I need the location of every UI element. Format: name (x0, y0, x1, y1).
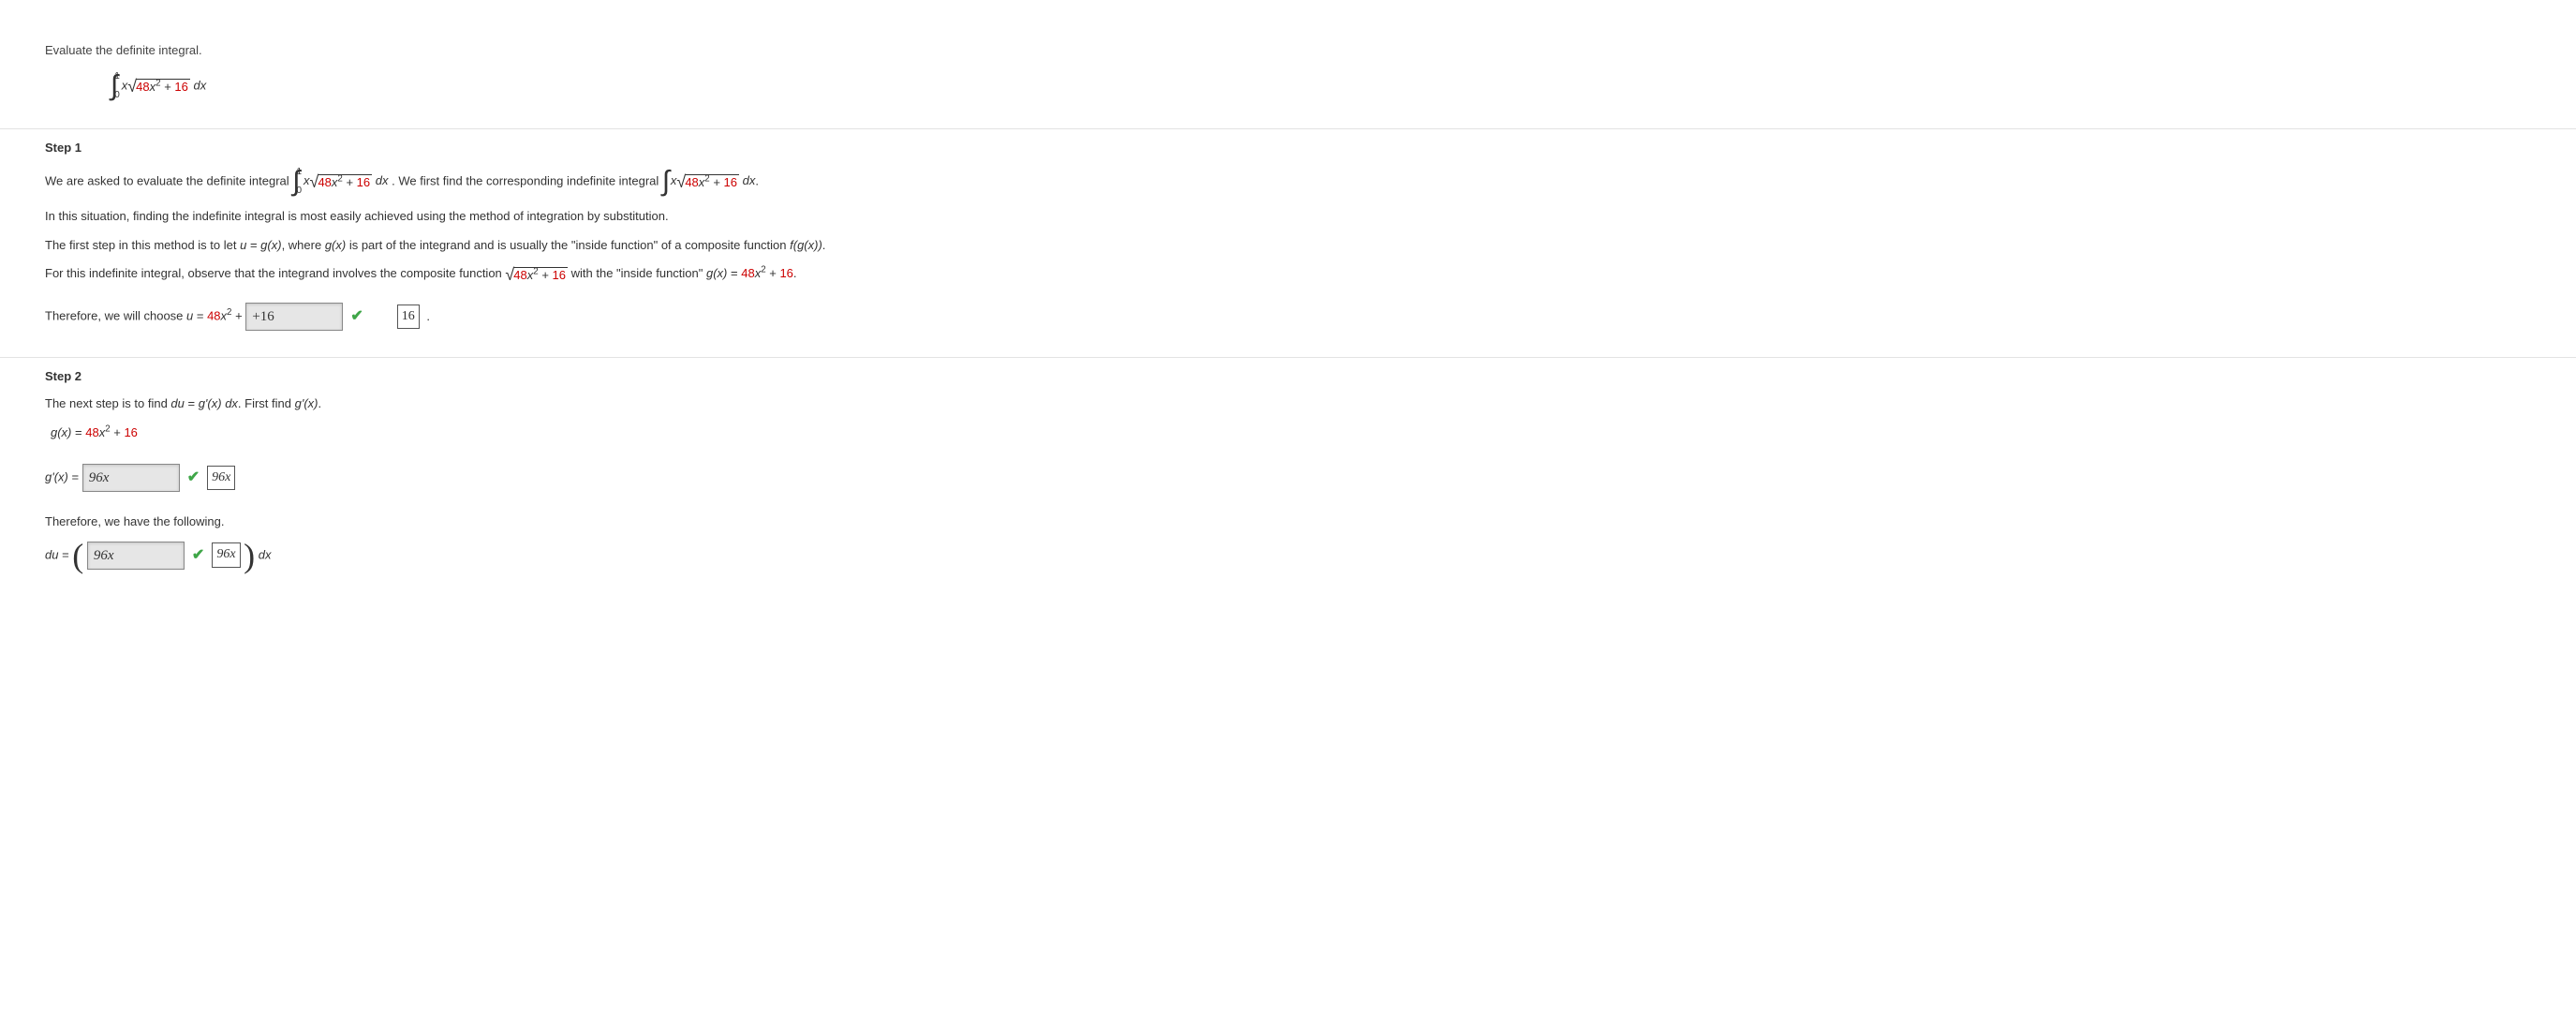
step1-line4b: with the "inside function" (571, 266, 706, 280)
radicand-const: 16 (724, 175, 737, 189)
step1-title: Step 1 (45, 141, 2531, 155)
du: du (170, 396, 184, 410)
step1-line5: Therefore, we will choose u = 48x2 + +16… (45, 303, 2531, 331)
step1-line1: We are asked to evaluate the definite in… (45, 166, 2531, 198)
coef: 48 (207, 309, 220, 323)
check-icon: ✔ (187, 466, 200, 490)
answer3-input[interactable]: 96x (87, 542, 185, 570)
step1-line3: The first step in this method is to let … (45, 236, 2531, 256)
radicand-const: 16 (357, 175, 370, 189)
answer1-correct: 16 (397, 305, 420, 329)
check-icon: ✔ (350, 305, 363, 329)
step2-section: Step 2 The next step is to find du = g'(… (0, 358, 2576, 595)
integral-sign-icon: ∫ (292, 168, 300, 196)
g-func: g (325, 238, 332, 252)
step2-gx: g(x) = 48x2 + 16 (51, 423, 2531, 443)
paren-open-icon: ( (72, 537, 83, 574)
step2-gprime: g'(x) = 96x ✔ 96x (45, 464, 2531, 492)
fg-paren: (g(x)) (793, 238, 822, 252)
step2-title: Step 2 (45, 369, 2531, 383)
period: . (793, 266, 797, 280)
answer2-correct: 96x (207, 466, 235, 490)
du-label: du (45, 547, 58, 561)
plus: + (766, 266, 780, 280)
g-paren: (x) (267, 238, 281, 252)
radicand-coef: 48 (136, 80, 149, 94)
period: . (822, 238, 826, 252)
answer3-correct: 96x (212, 542, 240, 567)
step2-therefore: Therefore, we have the following. (45, 512, 2531, 532)
dx: dx (739, 173, 755, 187)
dx: dx (259, 547, 272, 561)
plus: + (111, 425, 125, 439)
prompt-integral: ∫ 1 0 x √ 48x2 + 16 dx (111, 70, 2531, 102)
radicand-const: 16 (553, 268, 566, 282)
step1-line4a: For this indefinite integral, observe th… (45, 266, 505, 280)
eq: = (246, 238, 260, 252)
const: 16 (779, 266, 792, 280)
step1-line5a: Therefore, we will choose (45, 309, 186, 323)
step1-line1b: . We first find the corresponding indefi… (392, 173, 662, 187)
eq: = (193, 309, 207, 323)
gx-label: g(x) (51, 425, 71, 439)
gprime: g'(x) (199, 396, 222, 410)
step1-line4: For this indefinite integral, observe th… (45, 264, 2531, 284)
step1-line3c: is part of the integrand and is usually … (346, 238, 790, 252)
integral-sign-icon: ∫ (111, 72, 118, 100)
gx: g(x) (706, 266, 727, 280)
dx: dx (190, 78, 206, 92)
paren-close-icon: ) (244, 537, 255, 574)
check-icon: ✔ (192, 543, 204, 568)
radicand-plus: + (343, 175, 357, 189)
step1-section: Step 1 We are asked to evaluate the defi… (0, 129, 2576, 358)
radicand-coef: 48 (685, 175, 698, 189)
step2-du-line: du = ( 96x ✔ 96x ) dx (45, 542, 2531, 570)
answer2-input[interactable]: 96x (82, 464, 180, 492)
coef: 48 (741, 266, 754, 280)
integral-sign-icon: ∫ (662, 168, 670, 196)
eq: = (68, 469, 82, 483)
period: . (318, 396, 321, 410)
eq: = (58, 547, 72, 561)
radicand-const: 16 (174, 80, 187, 94)
step1-line3b: , where (282, 238, 325, 252)
step2-line1a: The next step is to find (45, 396, 170, 410)
gprime: g'(x) (295, 396, 318, 410)
plus: + (231, 309, 245, 323)
coef: 48 (85, 425, 98, 439)
step2-line1: The next step is to find du = g'(x) dx. … (45, 394, 2531, 414)
eq: = (185, 396, 199, 410)
radicand-plus: + (710, 175, 724, 189)
radicand-coef: 48 (513, 268, 526, 282)
eq: = (727, 266, 741, 280)
step2-line1b: . First find (238, 396, 295, 410)
radicand-plus: + (161, 80, 175, 94)
radicand-coef: 48 (318, 175, 331, 189)
dx: dx (222, 396, 238, 410)
step1-line1a: We are asked to evaluate the definite in… (45, 173, 292, 187)
step1-line3a: The first step in this method is to let (45, 238, 240, 252)
const: 16 (124, 425, 137, 439)
dx: dx (372, 173, 388, 187)
radicand-plus: + (539, 268, 553, 282)
prompt-instruction: Evaluate the definite integral. (45, 41, 2531, 61)
step1-line2: In this situation, finding the indefinit… (45, 207, 2531, 227)
answer1-input[interactable]: +16 (245, 303, 343, 331)
period: . (426, 309, 430, 323)
prompt-section: Evaluate the definite integral. ∫ 1 0 x … (0, 21, 2576, 129)
gprime-label: g'(x) (45, 469, 68, 483)
g-paren: (x) (332, 238, 346, 252)
eq: = (71, 425, 85, 439)
step1-line1c: . (755, 173, 759, 187)
